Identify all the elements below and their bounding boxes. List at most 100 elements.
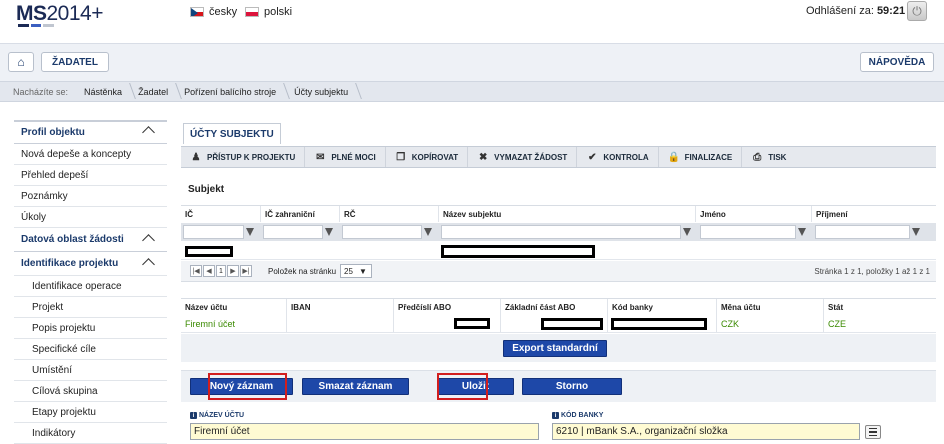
subject-filter-row	[181, 223, 936, 241]
filter-input[interactable]	[183, 225, 254, 239]
subject-pager: |◀ ◀ 1 ▶ ▶| Položek na stránku 25 ▼ Strán…	[181, 261, 936, 282]
subject-grid-header: IČ IČ zahraniční RČ Název subjektu Jméno…	[181, 205, 936, 222]
col-account-name[interactable]: Název účtu	[181, 299, 287, 315]
dropdown-arrow-icon: ▼	[358, 266, 367, 276]
logout-timer: Odhlášení za: 59:21	[806, 5, 906, 17]
col-rc[interactable]: RČ	[340, 206, 439, 222]
toolbar-finalize[interactable]: 🔒 FINALIZACE	[659, 147, 743, 167]
filter-input[interactable]	[342, 225, 432, 239]
top-bar: MS2014+ česky polski Odhlášení za: 59:21…	[0, 0, 944, 44]
toolbar-print[interactable]: ⎙ TISK	[742, 147, 795, 167]
per-page-select[interactable]: 25 ▼	[340, 264, 373, 278]
pager-first-icon[interactable]: |◀	[190, 265, 202, 277]
cancel-button[interactable]: Storno	[522, 378, 622, 395]
col-prefix-abo[interactable]: Předčíslí ABO	[394, 299, 501, 315]
toolbar-delete-application[interactable]: ✖ VYMAZAT ŽÁDOST	[468, 147, 578, 167]
account-form: i NÁZEV ÚČTU Firemní účet i KÓD BANKY 6210…	[181, 402, 936, 442]
people-icon: ♟	[191, 151, 201, 163]
breadcrumb-item[interactable]: Žadatel	[130, 87, 176, 97]
sidebar-head-profile[interactable]: Profil objektu	[14, 120, 167, 144]
lang-czech-link[interactable]: česky	[190, 6, 237, 18]
pager-next-icon[interactable]: ▶	[227, 265, 239, 277]
action-toolbar: ♟ PŘÍSTUP K PROJEKTU ✉ PLNÉ MOCI ❐ KOPÍROVA…	[181, 146, 936, 168]
account-name-input[interactable]: Firemní účet	[190, 423, 539, 440]
subject-title: Subjekt	[188, 184, 225, 195]
toolbar-check[interactable]: ✔ KONTROLA	[577, 147, 659, 167]
table-row[interactable]	[181, 242, 936, 260]
sidebar-item-notes[interactable]: Poznámky	[14, 186, 167, 207]
col-country[interactable]: Stát	[824, 299, 936, 315]
sidebar-item-indicators[interactable]: Indikátory	[14, 423, 167, 444]
sidebar-head-data-area[interactable]: Datová oblast žádosti	[14, 228, 167, 252]
lock-icon: 🔒	[667, 151, 680, 163]
pager-last-icon[interactable]: ▶|	[240, 265, 252, 277]
col-iban[interactable]: IBAN	[287, 299, 394, 315]
breadcrumb-item[interactable]: Nástěnka	[76, 87, 130, 97]
sidebar-item-new-message[interactable]: Nová depeše a koncepty	[14, 144, 167, 165]
sidebar-item-project-description[interactable]: Popis projektu	[14, 318, 167, 339]
export-button[interactable]: Export standardní	[503, 340, 607, 357]
col-first-name[interactable]: Jméno	[696, 206, 812, 222]
lang-polish-link[interactable]: polski	[245, 6, 292, 18]
list-icon[interactable]	[865, 425, 881, 439]
lang-polish-label: polski	[264, 6, 293, 18]
pager-prev-icon[interactable]: ◀	[203, 265, 215, 277]
sidebar-head-project-id[interactable]: Identifikace projektu	[14, 252, 167, 276]
filter-input[interactable]	[815, 225, 920, 239]
col-last-name[interactable]: Příjmení	[812, 206, 936, 222]
sidebar-item-tasks[interactable]: Úkoly	[14, 207, 167, 228]
polish-flag-icon	[245, 7, 259, 17]
bank-code-label: i KÓD BANKY	[552, 412, 603, 419]
main-panel: ÚČTY SUBJEKTU ♟ PŘÍSTUP K PROJEKTU ✉ PLNÉ …	[181, 120, 936, 442]
cell-iban	[287, 315, 394, 332]
toolbar-project-access[interactable]: ♟ PŘÍSTUP K PROJEKTU	[181, 147, 306, 167]
redacted-ic	[185, 246, 233, 257]
chevron-up-icon	[142, 234, 155, 247]
sidebar-item-location[interactable]: Umístění	[14, 360, 167, 381]
redacted-bank-code	[611, 318, 707, 330]
cell-bank-code	[608, 315, 717, 332]
sidebar-item-target-group[interactable]: Cílová skupina	[14, 381, 167, 402]
col-ic[interactable]: IČ	[181, 206, 261, 222]
sidebar-item-operation-id[interactable]: Identifikace operace	[14, 276, 167, 297]
bank-code-input[interactable]: 6210 | mBank S.A., organizační složka	[552, 423, 860, 440]
toolbar-power-of-attorney[interactable]: ✉ PLNÉ MOCI	[305, 147, 386, 167]
per-page-label: Položek na stránku	[268, 266, 337, 276]
breadcrumb-item[interactable]: Pořízení balícího stroje	[176, 87, 284, 97]
sidebar-item-specific-goals[interactable]: Specifické cíle	[14, 339, 167, 360]
col-ic-foreign[interactable]: IČ zahraniční	[261, 206, 340, 222]
redacted-base	[541, 318, 603, 330]
tab-account-subject[interactable]: ÚČTY SUBJEKTU	[183, 123, 281, 144]
export-bar: Export standardní	[181, 334, 936, 362]
chevron-up-icon	[142, 126, 155, 139]
sidebar-item-project-stages[interactable]: Etapy projektu	[14, 402, 167, 423]
home-button[interactable]: ⌂	[8, 52, 34, 72]
pager-current-page[interactable]: 1	[216, 265, 226, 277]
cell-currency: CZK	[717, 315, 824, 332]
cell-account-name: Firemní účet	[181, 315, 287, 332]
delete-record-button[interactable]: Smazat záznam	[302, 378, 409, 395]
account-name-label: i NÁZEV ÚČTU	[190, 412, 244, 419]
lang-czech-label: česky	[209, 6, 238, 18]
sidebar-item-project[interactable]: Projekt	[14, 297, 167, 318]
menu-bar: ⌂ ŽADATEL NÁPOVĚDA	[0, 44, 944, 82]
cell-country: CZE	[828, 319, 846, 329]
pager-info: Stránka 1 z 1, položky 1 až 1 z 1	[814, 266, 930, 276]
toolbar-copy[interactable]: ❐ KOPÍROVAT	[386, 147, 469, 167]
col-currency[interactable]: Měna účtu	[717, 299, 824, 315]
redacted-subject-name	[441, 245, 595, 258]
breadcrumb-label: Nacházíte se:	[13, 86, 69, 97]
applicant-button[interactable]: ŽADATEL	[41, 52, 109, 72]
sidebar-item-messages[interactable]: Přehled depeší	[14, 165, 167, 186]
col-base-abo[interactable]: Základní část ABO	[501, 299, 608, 315]
help-button[interactable]: NÁPOVĚDA	[860, 52, 934, 72]
filter-input[interactable]	[441, 225, 691, 239]
power-icon[interactable]: ⏻	[907, 1, 927, 21]
filter-input[interactable]	[700, 225, 806, 239]
table-row[interactable]: Firemní účet CZK CZE	[181, 315, 936, 333]
col-subject-name[interactable]: Název subjektu	[439, 206, 696, 222]
col-bank-code[interactable]: Kód banky	[608, 299, 717, 315]
logo-underline	[18, 24, 55, 27]
ms2014-logo[interactable]: MS2014+	[16, 2, 103, 26]
filter-input[interactable]	[263, 225, 333, 239]
